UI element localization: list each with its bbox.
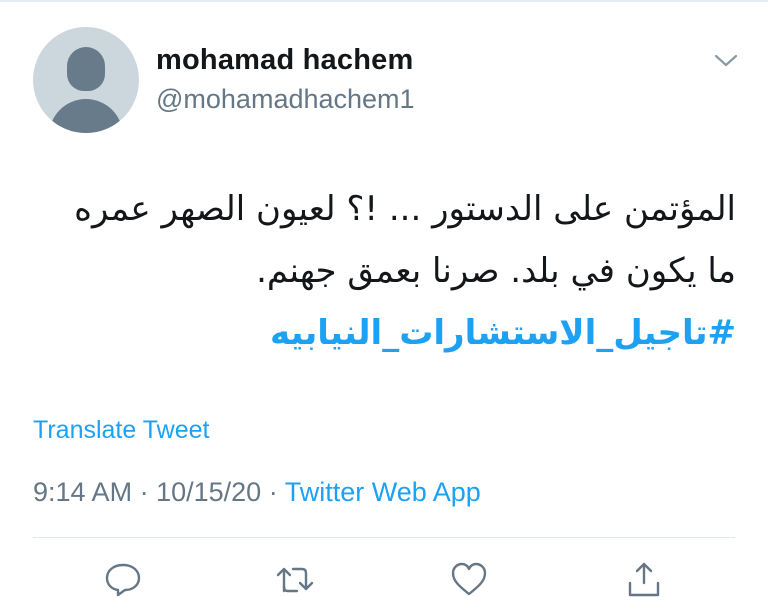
like-icon[interactable] [449, 561, 489, 597]
user-handle[interactable]: @mohamadhachem1 [156, 84, 415, 115]
meta-separator: · [139, 477, 149, 507]
tweet-text: المؤتمن على الدستور ... !؟ لعيون الصهر ع… [36, 178, 736, 364]
avatar[interactable] [33, 27, 139, 133]
reply-icon[interactable] [103, 561, 143, 597]
share-icon[interactable] [624, 561, 664, 597]
tweet-meta: 9:14 AM · 10/15/20 · Twitter Web App [33, 477, 481, 508]
avatar-head [67, 47, 105, 91]
top-divider [0, 0, 768, 2]
tweet-source-link[interactable]: Twitter Web App [285, 477, 481, 507]
retweet-icon[interactable] [275, 561, 315, 597]
chevron-down-icon[interactable] [712, 50, 740, 70]
actions-divider [33, 537, 735, 538]
tweet-date[interactable]: 10/15/20 [156, 477, 261, 507]
hashtag-link[interactable]: #تاجيل_الاستشارات_النيابيه [36, 302, 736, 364]
tweet-line: المؤتمن على الدستور ... !؟ لعيون الصهر ع… [74, 189, 736, 229]
tweet-time[interactable]: 9:14 AM [33, 477, 132, 507]
display-name[interactable]: mohamad hachem [156, 44, 413, 77]
avatar-body [49, 99, 123, 133]
translate-tweet-link[interactable]: Translate Tweet [33, 416, 209, 445]
tweet-line: ما يكون في بلد. صرنا بعمق جهنم. [256, 251, 736, 291]
meta-separator: · [268, 477, 278, 507]
